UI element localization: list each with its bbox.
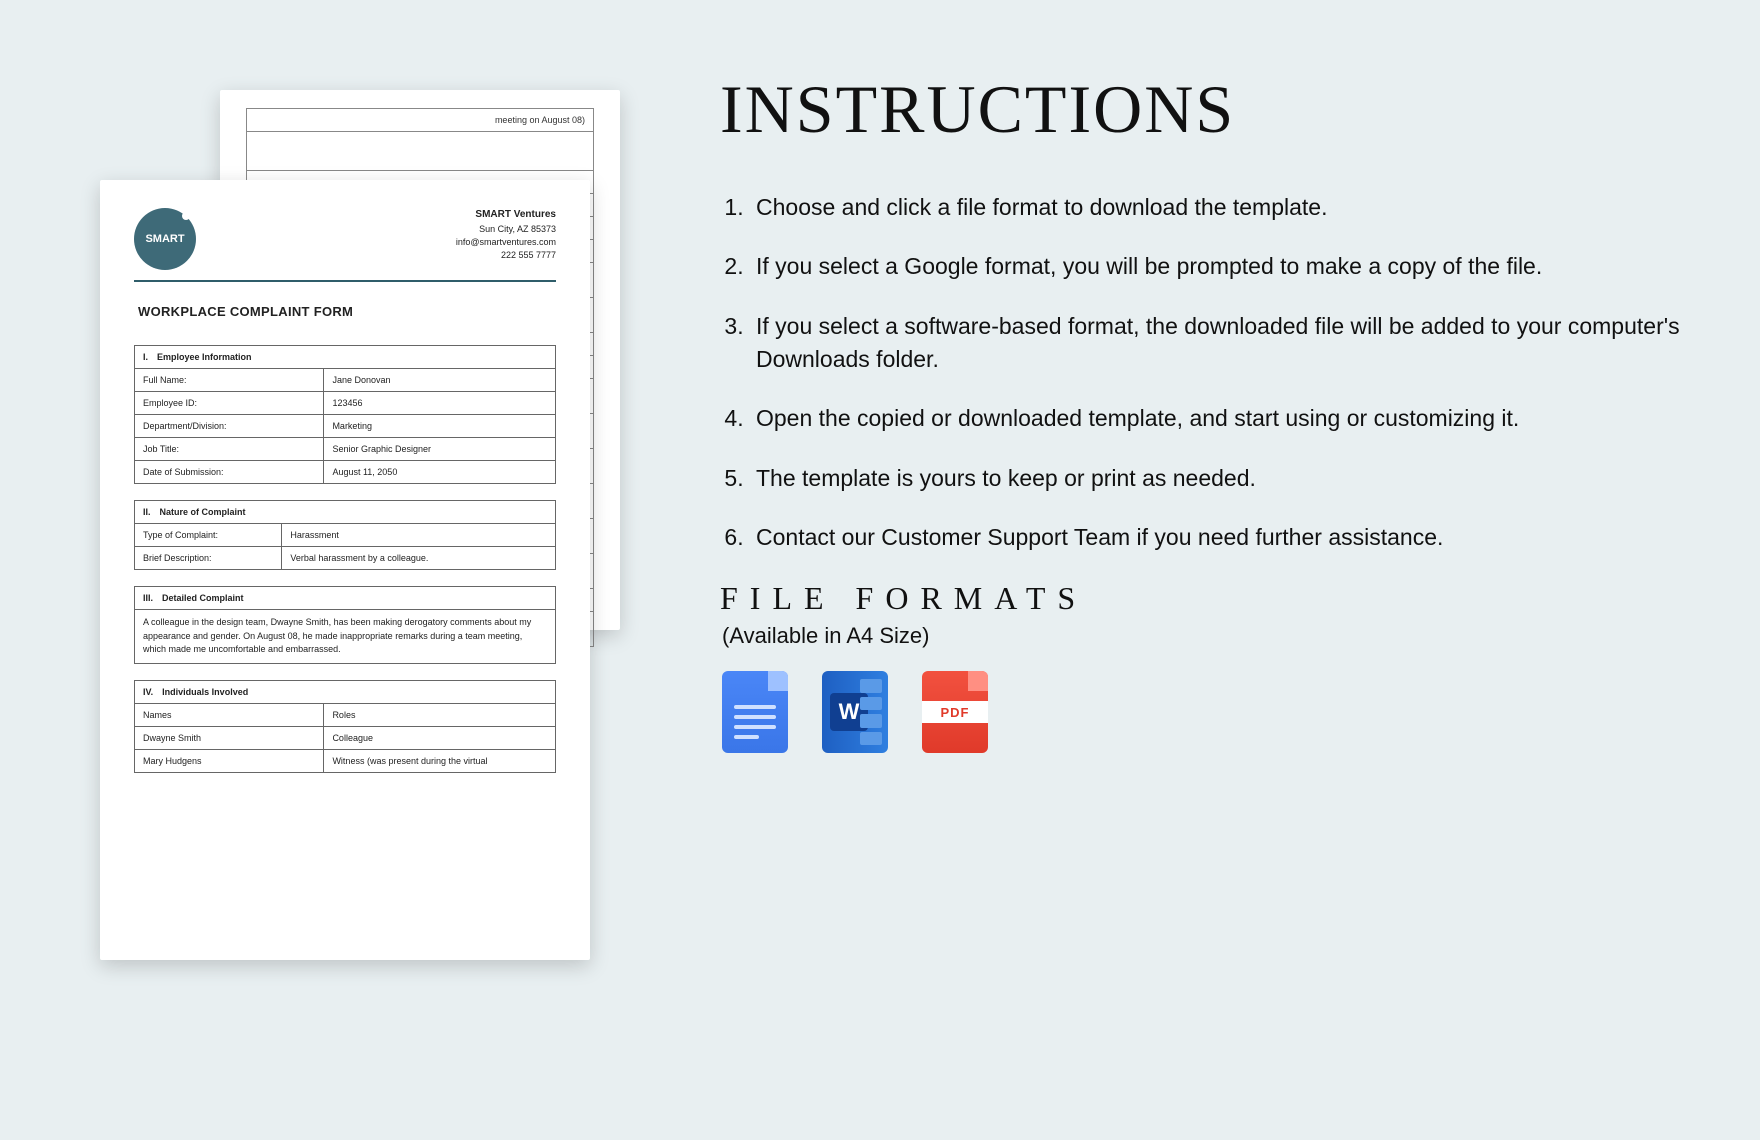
form-title: WORKPLACE COMPLAINT FORM [138,304,556,319]
instruction-step: The template is yours to keep or print a… [750,462,1680,495]
word-panes-icon [860,679,882,745]
format-google-docs-button[interactable] [722,671,788,753]
header-divider [134,280,556,282]
company-contact: SMART Ventures Sun City, AZ 85373 info@s… [456,208,556,262]
page-fold-icon [968,671,988,691]
available-size-label: (Available in A4 Size) [722,623,1680,649]
pdf-label: PDF [922,701,988,723]
company-logo: SMART [134,208,196,270]
template-preview: meeting on August 08) y witness ), m nsu… [90,80,710,1060]
instruction-step: Contact our Customer Support Team if you… [750,521,1680,554]
page2-fragment: meeting on August 08) [246,108,594,132]
section-detailed-complaint: III. Detailed Complaint A colleague in t… [134,586,556,664]
format-pdf-button[interactable]: PDF [922,671,988,753]
gdoc-lines-icon [734,705,776,739]
instruction-step: Open the copied or downloaded template, … [750,402,1680,435]
section-nature-of-complaint: II. Nature of Complaint Type of Complain… [134,500,556,570]
preview-page-1: SMART SMART Ventures Sun City, AZ 85373 … [100,180,590,960]
instructions-heading: INSTRUCTIONS [720,70,1680,149]
instruction-step: If you select a Google format, you will … [750,250,1680,283]
file-format-buttons: W PDF [722,671,1680,753]
section-individuals-involved: IV. Individuals Involved NamesRoles Dway… [134,680,556,773]
page-fold-icon [768,671,788,691]
file-formats-heading: FILE FORMATS [720,580,1680,617]
instruction-step: Choose and click a file format to downlo… [750,191,1680,224]
instructions-list: Choose and click a file format to downlo… [720,191,1680,554]
instruction-step: If you select a software-based format, t… [750,310,1680,377]
format-ms-word-button[interactable]: W [822,671,888,753]
section-employee-information: I. Employee Information Full Name:Jane D… [134,345,556,484]
